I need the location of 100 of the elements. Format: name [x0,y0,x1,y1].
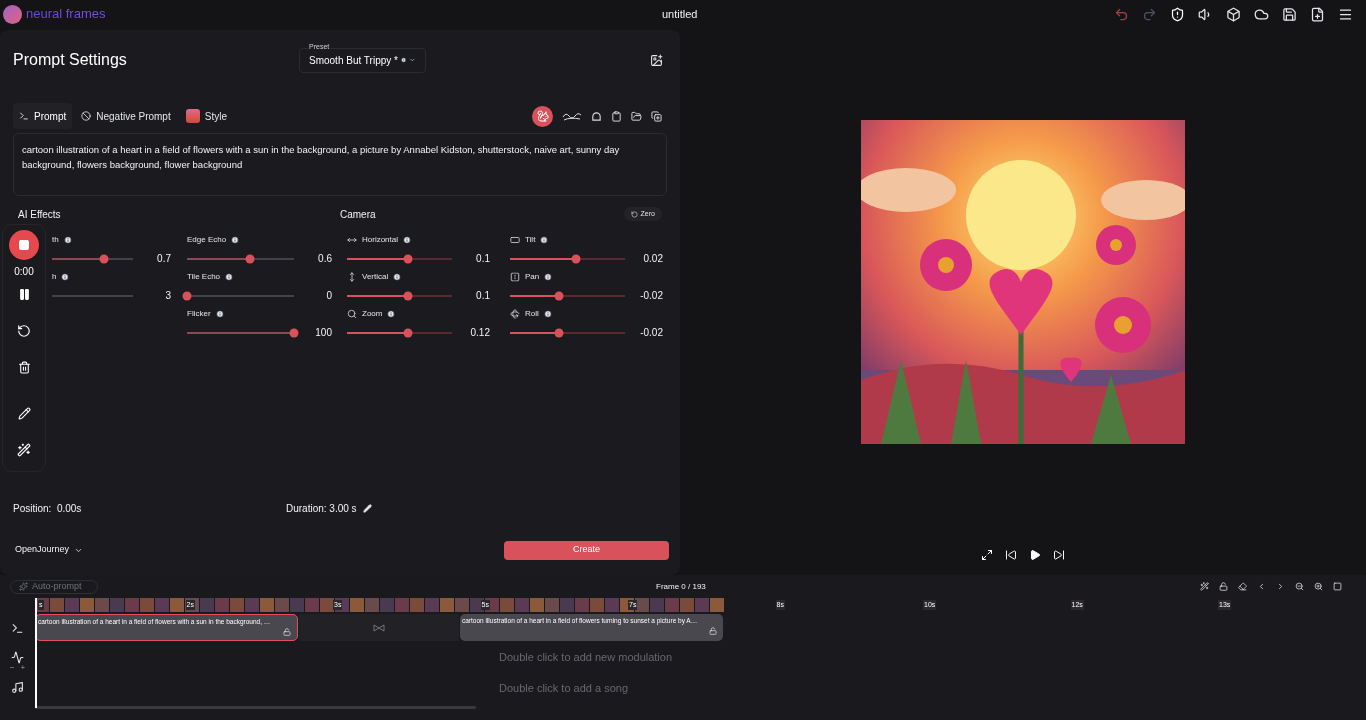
terminal-icon[interactable] [11,622,24,635]
duration-label: Duration: 3.00 s [286,501,357,516]
menu-icon[interactable] [1338,6,1353,22]
slider-label: Tilt [525,234,536,246]
bowtie-icon [373,623,385,632]
tab[interactable]: Prompt [13,103,73,129]
info-icon [61,273,70,281]
unlock-icon[interactable] [283,628,291,636]
folder-icon[interactable] [631,110,642,122]
squirrel-icon[interactable] [532,105,553,127]
skip-forward-icon[interactable] [1053,549,1065,561]
sparkle-icon[interactable] [1200,582,1209,591]
tab[interactable]: Style [179,103,233,129]
clipboard-icon[interactable] [611,110,622,122]
undo-icon[interactable] [1114,6,1129,22]
slider-value: 0.12 [469,326,490,340]
model-select[interactable]: OpenJourney [15,543,84,557]
slider-thumb[interactable] [554,328,564,337]
reset-icon[interactable] [17,324,31,338]
modulation-hint: Double click to add new modulation [499,650,673,666]
slider-value: 0.02 [642,252,663,266]
shield-icon[interactable] [1170,6,1185,22]
unlock-icon[interactable] [709,627,717,635]
trash-icon[interactable] [17,361,31,374]
fullscreen-icon[interactable] [981,549,993,561]
new-file-icon[interactable] [1310,6,1325,22]
image-add-icon[interactable] [650,53,663,67]
terminal-icon [19,111,29,121]
position-label: Position: 0.00s [13,501,83,516]
slider-label: Tile Echo [187,271,221,283]
music-icon[interactable] [11,681,24,694]
stop-button[interactable] [9,230,39,260]
reset-icon [630,210,638,218]
slider-thumb[interactable] [182,291,192,300]
slider-value: 0 [325,289,332,303]
slider-label: h [52,271,57,283]
info-icon [543,310,552,318]
cloud-icon[interactable] [1254,6,1269,22]
stop-icon [18,239,30,251]
slider-thumb[interactable] [403,328,413,337]
waveform-icon[interactable] [11,651,24,664]
search-icon [347,309,357,319]
zoom-minus[interactable]: − [9,664,15,672]
pencil-icon[interactable] [17,407,31,420]
slider-value: 0.7 [156,252,171,266]
edit-icon[interactable] [362,503,372,513]
eraser-icon[interactable] [1238,582,1247,591]
info-icon [393,273,402,281]
dome-icon[interactable] [591,110,602,122]
skip-back-icon[interactable] [1005,549,1017,561]
style-thumbnail-icon [185,109,200,123]
recording-time: 0:00 [14,265,34,279]
frame-counter: Frame 0 / 193 [656,580,706,593]
play-icon[interactable] [1029,549,1041,561]
slider-thumb[interactable] [571,254,581,263]
info-icon [215,310,224,318]
slider-thumb[interactable] [245,254,255,263]
next-icon[interactable] [1276,582,1285,591]
slider-value: 0.6 [317,252,332,266]
zoom-plus[interactable]: + [20,664,26,672]
slider-label: th [52,234,59,246]
horizontal-arrows-icon [347,235,357,245]
panel-title: Prompt Settings [13,50,128,70]
zoom-out-icon[interactable] [1295,582,1304,591]
save-icon[interactable] [1282,6,1297,22]
ban-icon [81,111,92,121]
section-title: AI Effects [18,207,61,222]
info-icon [400,56,407,64]
scrollbar[interactable] [35,706,476,709]
slider-label: Zoom [362,308,383,320]
slider-label: Roll [525,308,539,320]
magic-wand-icon[interactable] [17,443,31,457]
zoom-in-icon[interactable] [1314,582,1323,591]
slider-label: Horizontal [362,234,398,246]
slider-thumb[interactable] [403,291,413,300]
slider-value: 0.1 [475,289,490,303]
slider-value: 100 [314,326,332,340]
slider-thumb[interactable] [99,254,109,263]
slider-thumb[interactable] [403,254,413,263]
song-hint: Double click to add a song [499,681,629,697]
slider-value: 0.1 [475,252,490,266]
unlock-icon[interactable] [1219,582,1228,591]
tab[interactable]: Negative Prompt [75,103,177,129]
prompt-field[interactable]: cartoon illustration of a heart in a field of flowers with a sun in the background, a picture by Annabel Kidston, shutterstock, naive art, sunny day background, flowers background, flower background [13,133,667,196]
redo-icon[interactable] [1142,6,1157,22]
copy-add-icon[interactable] [651,110,662,122]
info-icon [231,236,240,244]
previous-icon[interactable] [1257,582,1266,591]
pause-icon[interactable] [17,288,31,301]
create-button[interactable]: Create [504,540,669,560]
slider-label: Edge Echo [187,234,227,246]
slider-thumb[interactable] [554,291,564,300]
info-icon [387,310,396,318]
logo-icon [3,4,22,24]
script-logo-icon[interactable] [562,111,582,121]
slider-value: 3 [164,289,171,303]
info-icon [225,273,234,281]
slider-thumb[interactable] [289,328,299,337]
document-title: untitled [662,6,698,22]
fit-icon[interactable] [1333,582,1342,591]
